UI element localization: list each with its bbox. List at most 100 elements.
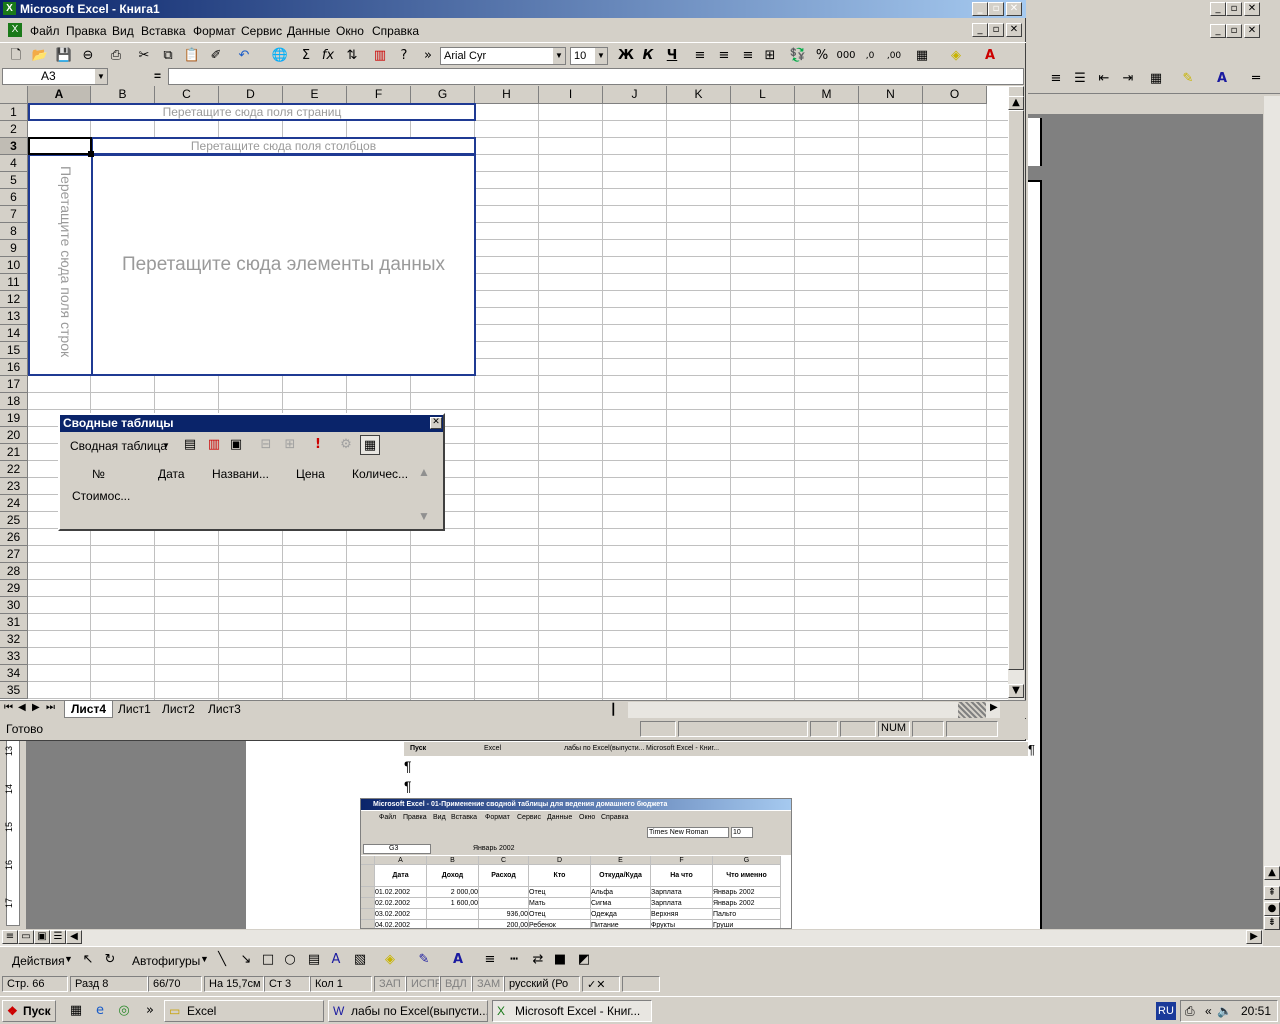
pivot-chart-icon[interactable]: ▥: [204, 435, 224, 455]
minimize-icon[interactable]: _: [972, 2, 988, 16]
paste-icon[interactable]: 📋: [182, 46, 202, 66]
spelling-status-icon[interactable]: ✓✕: [582, 976, 620, 992]
row-header[interactable]: 33: [0, 648, 28, 665]
doc-restore-icon[interactable]: ▫: [988, 23, 1004, 37]
menu-data[interactable]: Данные: [287, 24, 330, 38]
pivot-field-button[interactable]: Цена: [296, 467, 325, 481]
fill-color-icon[interactable]: ◈: [380, 950, 400, 970]
normal-view-icon[interactable]: ≡: [2, 930, 18, 944]
autoshapes-menu[interactable]: Автофигуры: [132, 954, 200, 968]
row-header[interactable]: 28: [0, 563, 28, 580]
format-report-icon[interactable]: ▤: [180, 435, 200, 455]
save-icon[interactable]: 💾: [54, 46, 74, 66]
status-trk[interactable]: ИСПР: [406, 976, 440, 992]
pivot-column-drop-area[interactable]: Перетащите сюда поля столбцов: [91, 137, 476, 155]
doc-restore-icon[interactable]: ▫: [1226, 24, 1242, 38]
row-header[interactable]: 3: [0, 138, 28, 155]
pivot-field-button[interactable]: Дата: [158, 467, 185, 481]
ie-icon[interactable]: e: [90, 1001, 110, 1021]
close-icon[interactable]: ✕: [1006, 2, 1022, 16]
borders-icon[interactable]: ▦: [912, 46, 932, 66]
row-header[interactable]: 20: [0, 427, 28, 444]
row-header[interactable]: 26: [0, 529, 28, 546]
first-sheet-icon[interactable]: ⏮: [4, 702, 13, 713]
column-header[interactable]: A: [28, 86, 91, 104]
thousands-icon[interactable]: 000: [836, 46, 856, 66]
row-header[interactable]: 13: [0, 308, 28, 325]
print-icon[interactable]: ⎙: [106, 46, 126, 66]
row-header[interactable]: 18: [0, 393, 28, 410]
row-header[interactable]: 1: [0, 104, 28, 121]
pivot-wizard-icon[interactable]: ▣: [226, 435, 246, 455]
scroll-right-icon[interactable]: ▶: [990, 702, 998, 713]
decrease-indent-icon[interactable]: ⇤: [1094, 69, 1114, 89]
row-header[interactable]: 14: [0, 325, 28, 342]
pivot-field-button[interactable]: Названи...: [212, 467, 269, 481]
excel-horizontal-scrollbar[interactable]: [628, 702, 1000, 718]
pivot-field-button[interactable]: Стоимос...: [72, 489, 130, 503]
sort-icon[interactable]: ⇅: [342, 46, 362, 66]
align-center-icon[interactable]: ≡: [714, 46, 734, 66]
font-size-select[interactable]: 10 ▼: [570, 47, 608, 65]
sheet-tab[interactable]: Лист1: [112, 701, 157, 718]
chart-wizard-icon[interactable]: ▥: [370, 46, 390, 66]
increase-decimal-icon[interactable]: ,0: [860, 46, 880, 66]
scroll-down-icon[interactable]: ▼: [1008, 684, 1024, 698]
row-header[interactable]: 5: [0, 172, 28, 189]
outline-view-icon[interactable]: ☰: [50, 930, 66, 944]
merge-center-icon[interactable]: ⊞: [760, 46, 780, 66]
row-header[interactable]: 12: [0, 291, 28, 308]
pivot-table-menu[interactable]: Сводная таблица: [70, 439, 167, 453]
row-header[interactable]: 2: [0, 121, 28, 138]
chevron-down-icon[interactable]: ▼: [595, 48, 607, 64]
row-header[interactable]: 9: [0, 240, 28, 257]
free-rotate-icon[interactable]: ↻: [100, 950, 120, 970]
permission-icon[interactable]: ⊖: [78, 46, 98, 66]
decrease-decimal-icon[interactable]: ,00: [884, 46, 904, 66]
column-header[interactable]: B: [91, 86, 155, 104]
line-icon[interactable]: ╲: [212, 950, 232, 970]
desktop-icon[interactable]: ▦: [66, 1001, 86, 1021]
close-icon[interactable]: ✕: [430, 417, 442, 429]
column-header[interactable]: G: [411, 86, 475, 104]
row-header[interactable]: 21: [0, 444, 28, 461]
scroll-up-icon[interactable]: ▲: [1264, 866, 1280, 880]
status-rec[interactable]: ЗАП: [374, 976, 406, 992]
fill-color-icon[interactable]: ◈: [946, 46, 966, 66]
minimize-icon[interactable]: _: [1210, 2, 1226, 16]
tab-split-icon[interactable]: ┃: [610, 703, 626, 717]
increase-indent-icon[interactable]: ⇥: [1118, 69, 1138, 89]
active-cell[interactable]: [28, 137, 92, 155]
name-box[interactable]: A3 ▼: [2, 68, 108, 85]
row-header[interactable]: 4: [0, 155, 28, 172]
clock[interactable]: 20:51: [1241, 1001, 1271, 1021]
clipart-icon[interactable]: ▧: [350, 950, 370, 970]
prev-page-icon[interactable]: ⇞: [1264, 886, 1280, 900]
chevron-down-icon[interactable]: ▼: [553, 48, 565, 64]
row-header[interactable]: 30: [0, 597, 28, 614]
next-page-icon[interactable]: ⇟: [1264, 916, 1280, 930]
fill-handle[interactable]: [88, 151, 94, 157]
more-icon[interactable]: ═: [1246, 69, 1266, 89]
scroll-right-icon[interactable]: ▶: [1246, 930, 1262, 944]
underline-icon[interactable]: Ч: [662, 46, 682, 66]
font-color-icon[interactable]: A: [1212, 69, 1232, 89]
arrow-style-icon[interactable]: ⇄: [528, 950, 548, 970]
pivot-field-button[interactable]: Количес...: [352, 467, 408, 481]
arrow-icon[interactable]: ↘: [236, 950, 256, 970]
row-header[interactable]: 31: [0, 614, 28, 631]
copy-icon[interactable]: ⧉: [158, 46, 178, 66]
column-header[interactable]: D: [219, 86, 283, 104]
format-painter-icon[interactable]: ✐: [206, 46, 226, 66]
select-arrow-icon[interactable]: ↖: [78, 950, 98, 970]
menu-edit[interactable]: Правка: [66, 24, 107, 38]
select-all-corner[interactable]: [0, 86, 28, 104]
help-icon[interactable]: ?: [394, 46, 414, 66]
excel-vertical-scrollbar[interactable]: ▲ ▼: [1008, 86, 1024, 700]
open-folder-icon[interactable]: 📂: [30, 46, 50, 66]
row-header[interactable]: 24: [0, 495, 28, 512]
highlight-icon[interactable]: ✎: [1178, 69, 1198, 89]
column-header[interactable]: L: [731, 86, 795, 104]
status-ovr[interactable]: ЗАМ: [472, 976, 504, 992]
row-header[interactable]: 6: [0, 189, 28, 206]
